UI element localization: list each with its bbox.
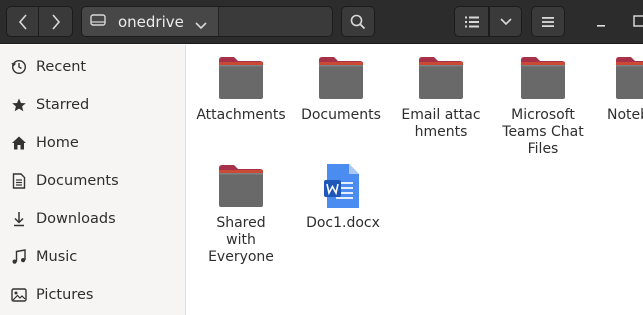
file-name: Email attachments <box>401 107 481 140</box>
search-icon <box>350 14 366 30</box>
sidebar-item-label: Home <box>36 135 79 151</box>
search-button[interactable] <box>341 6 375 37</box>
file-name: Attachments <box>196 107 286 123</box>
file-name: Notebooks <box>607 107 643 123</box>
location-label: onedrive <box>118 12 184 31</box>
path-bar: onedrive <box>81 6 333 37</box>
folder-icon <box>521 57 565 99</box>
sidebar-item-label: Downloads <box>36 211 116 227</box>
list-view-icon <box>464 16 479 28</box>
file-name: Documents <box>301 107 381 123</box>
sidebar-item-label: Music <box>36 249 78 265</box>
minimize-button[interactable] <box>586 6 616 37</box>
sidebar-item-label: Starred <box>36 97 90 113</box>
folder-icon <box>219 165 263 207</box>
sidebar-item-recent[interactable]: Recent <box>0 48 185 86</box>
chevron-left-icon <box>18 13 28 30</box>
file-name: Shared with Everyone <box>208 215 274 265</box>
file-name: Microsoft Teams Chat Files <box>502 107 584 157</box>
location-button[interactable]: onedrive <box>82 7 218 36</box>
sidebar-item-label: Recent <box>36 59 87 75</box>
sidebar-item-documents[interactable]: Documents <box>0 162 185 200</box>
maximize-button[interactable] <box>624 6 643 37</box>
file-name: Doc1.docx <box>306 215 380 231</box>
chevron-right-icon <box>51 13 61 30</box>
folder-icon <box>219 57 263 99</box>
chevron-down-icon <box>499 17 512 27</box>
folder-item-email-attachments[interactable]: Email attachments <box>391 54 491 141</box>
drive-icon <box>90 12 106 31</box>
folder-item-shared-with-everyone[interactable]: Shared with Everyone <box>191 162 291 266</box>
star-icon <box>11 97 27 113</box>
picture-icon <box>11 287 27 303</box>
word-document-icon <box>324 164 359 208</box>
sidebar: Recent Starred Home Documents Downloads … <box>0 45 186 315</box>
sidebar-item-home[interactable]: Home <box>0 124 185 162</box>
clock-icon <box>11 59 27 75</box>
sidebar-item-label: Documents <box>36 173 119 189</box>
main-menu-button[interactable] <box>531 6 565 37</box>
document-icon <box>11 173 27 189</box>
minimize-icon <box>596 12 606 31</box>
folder-item-documents[interactable]: Documents <box>291 54 391 124</box>
back-button[interactable] <box>6 6 39 37</box>
sidebar-item-label: Pictures <box>36 287 94 303</box>
chevron-down-icon[interactable] <box>195 16 207 35</box>
file-item-doc1-docx[interactable]: Doc1.docx <box>293 162 393 232</box>
list-view-button[interactable] <box>454 6 489 37</box>
music-icon <box>11 249 27 265</box>
path-bar-empty-area <box>218 7 332 36</box>
sidebar-item-pictures[interactable]: Pictures <box>0 276 185 314</box>
maximize-icon <box>633 12 643 31</box>
view-options-button[interactable] <box>489 6 522 37</box>
sidebar-item-starred[interactable]: Starred <box>0 86 185 124</box>
folder-icon <box>616 57 643 99</box>
hamburger-menu-icon <box>541 16 555 28</box>
home-icon <box>11 135 27 151</box>
folder-item-notebooks[interactable]: Notebooks <box>593 54 643 124</box>
file-grid: Attachments Documents Email attachments … <box>187 45 643 315</box>
folder-icon <box>319 57 363 99</box>
sidebar-item-downloads[interactable]: Downloads <box>0 200 185 238</box>
folder-item-attachments[interactable]: Attachments <box>191 54 291 124</box>
forward-button[interactable] <box>39 6 73 37</box>
folder-item-microsoft-teams-chat-files[interactable]: Microsoft Teams Chat Files <box>493 54 593 158</box>
sidebar-item-music[interactable]: Music <box>0 238 185 276</box>
download-icon <box>11 211 27 227</box>
folder-icon <box>419 57 463 99</box>
header-bar: onedrive <box>0 0 643 44</box>
